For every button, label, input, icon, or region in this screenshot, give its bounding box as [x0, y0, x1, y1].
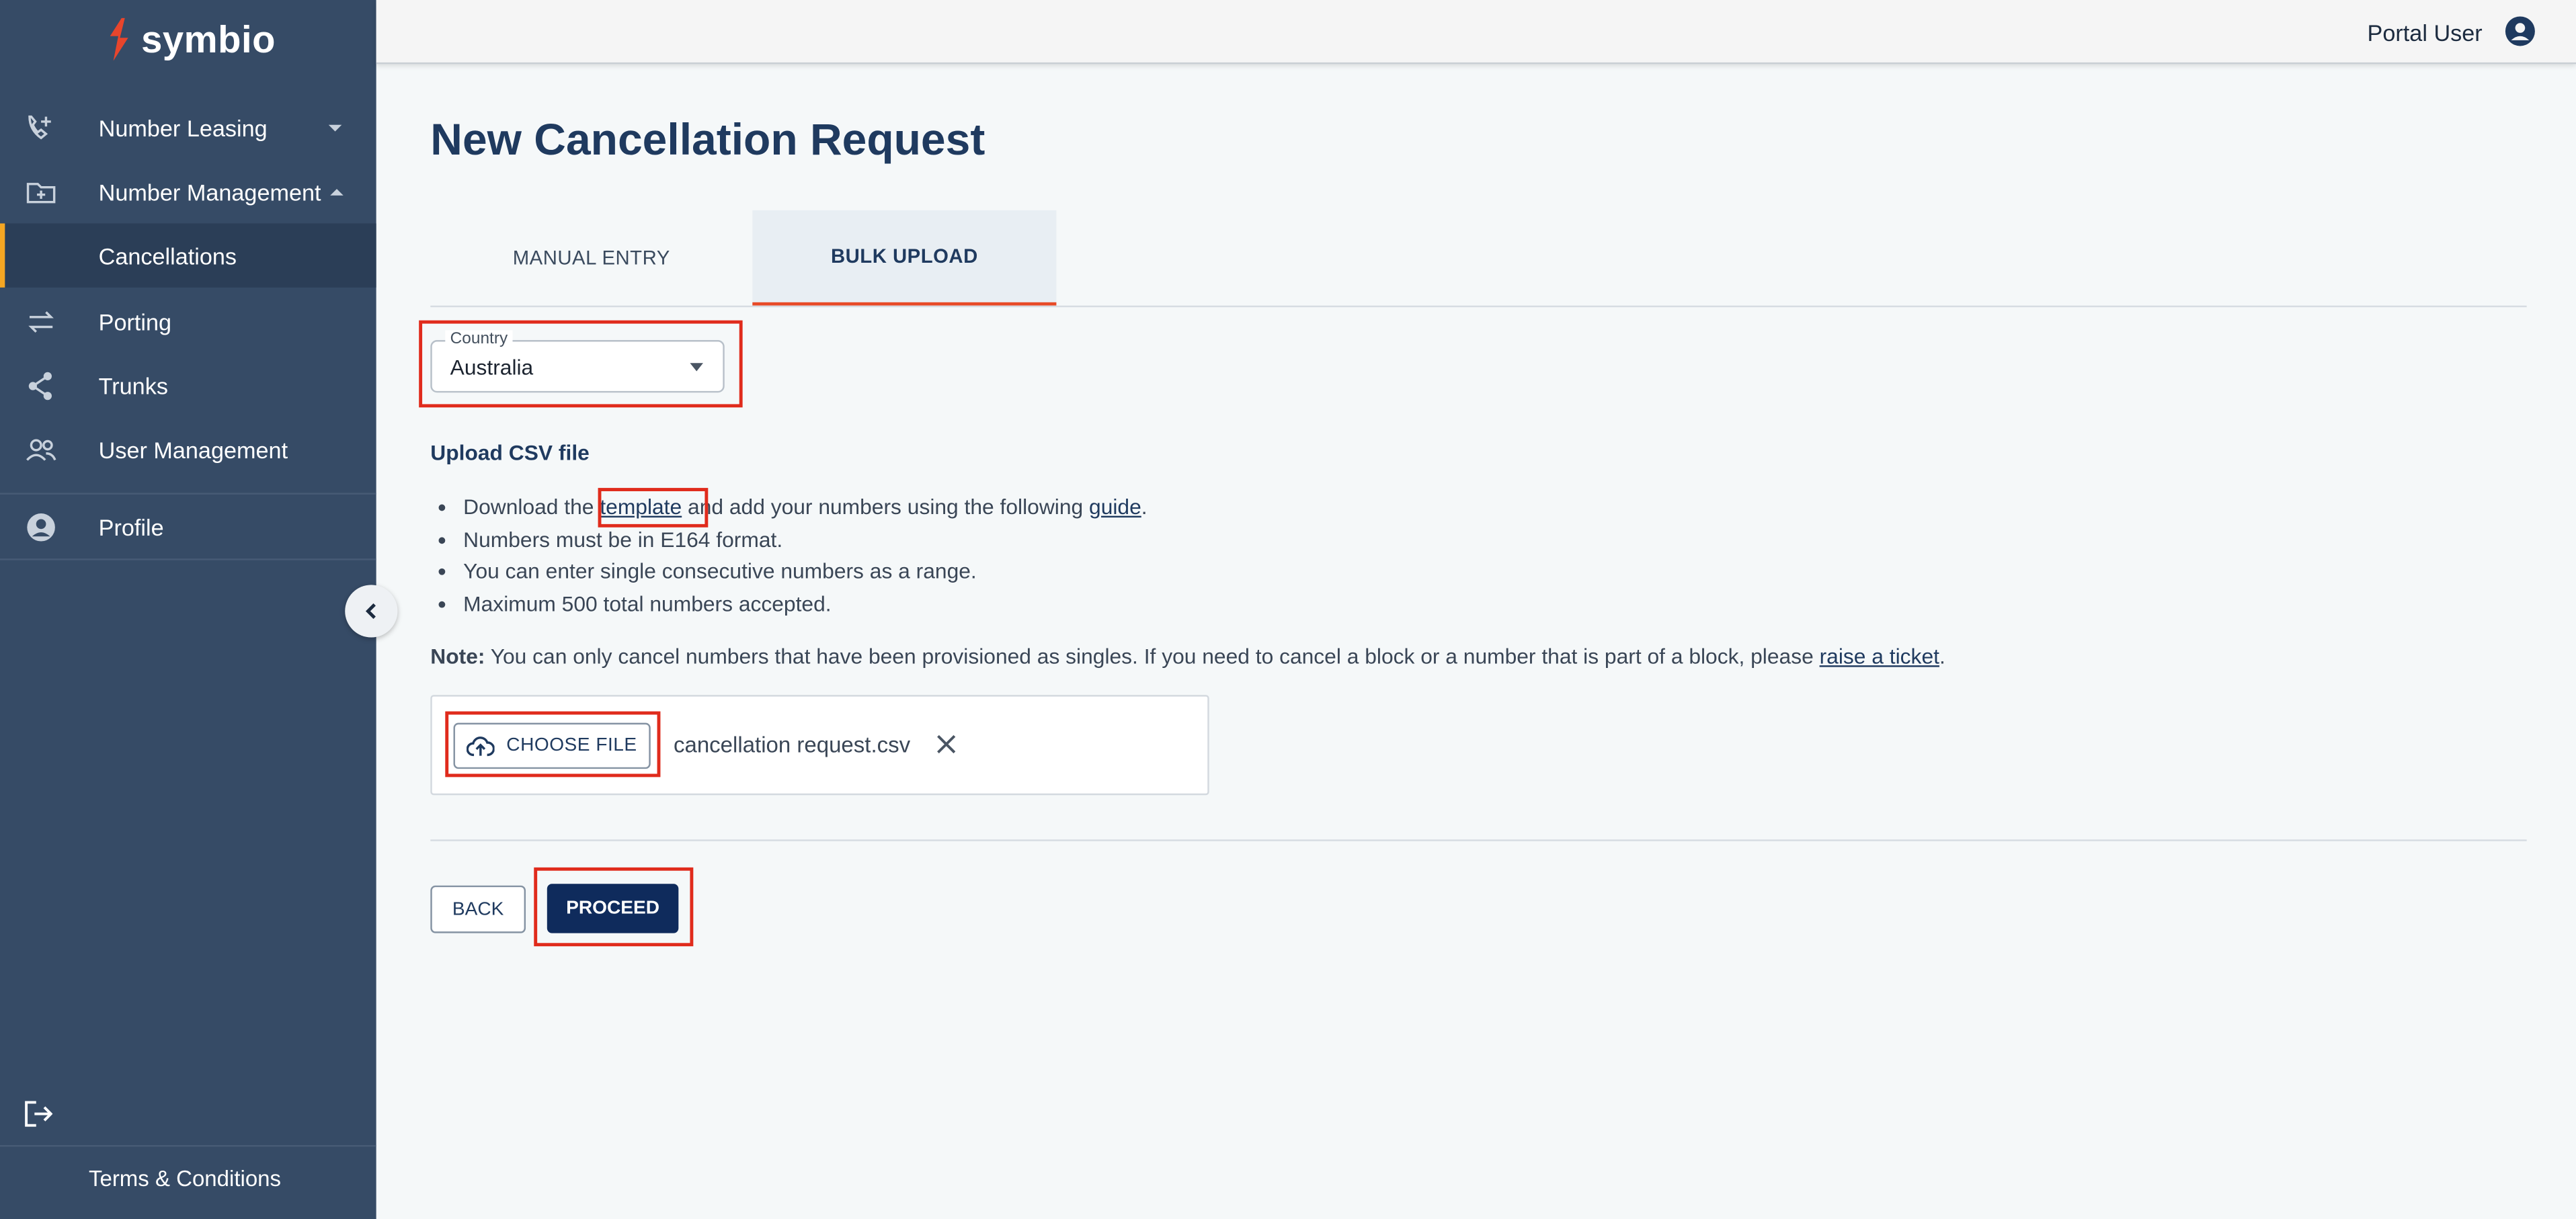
instruction-text: and add your numbers using the following — [682, 494, 1090, 519]
list-item: Numbers must be in E164 format. — [463, 523, 1147, 556]
page-title: New Cancellation Request — [430, 115, 985, 165]
brand-logo[interactable]: symbio — [102, 16, 276, 62]
users-icon — [26, 439, 56, 461]
sidebar-item-number-leasing[interactable]: Number Leasing — [0, 95, 376, 159]
sidebar-item-label: Number Leasing — [98, 114, 268, 141]
sidebar-item-cancellations[interactable]: Cancellations — [0, 223, 376, 288]
sidebar-divider — [0, 558, 376, 560]
account-circle-icon[interactable] — [2503, 15, 2536, 48]
raise-ticket-link[interactable]: raise a ticket — [1820, 644, 1939, 669]
tabs-underline — [430, 305, 2527, 308]
phone-add-icon — [28, 115, 51, 140]
sidebar-item-number-management[interactable]: Number Management — [0, 159, 376, 223]
collapse-sidebar-button[interactable] — [345, 585, 398, 638]
sidebar-item-label: Porting — [98, 308, 172, 335]
tab-bulk-upload[interactable]: BULK UPLOAD — [752, 210, 1057, 306]
swap-arrows-icon — [28, 311, 54, 333]
upload-heading: Upload CSV file — [430, 440, 590, 465]
note-label: Note: — [430, 644, 485, 669]
dropdown-arrow-icon — [690, 363, 703, 372]
instruction-text: Download the — [463, 494, 600, 519]
folder-add-icon — [26, 183, 56, 204]
instruction-text: . — [1141, 494, 1148, 519]
country-value: Australia — [450, 355, 534, 380]
sidebar-item-label: Number Management — [98, 178, 321, 205]
sidebar-item-label: Cancellations — [98, 242, 237, 269]
terms-link[interactable]: Terms & Conditions — [89, 1167, 281, 1191]
chevron-left-icon — [365, 603, 376, 619]
note-body: You can only cancel numbers that have be… — [485, 644, 1820, 669]
caret-up-icon[interactable] — [329, 184, 345, 200]
sidebar-divider — [0, 1144, 376, 1147]
choose-file-button[interactable]: CHOOSE FILE — [453, 722, 651, 769]
choose-file-label: CHOOSE FILE — [506, 736, 637, 756]
sidebar-item-label: Profile — [98, 513, 164, 540]
upload-instructions: Download the template and add your numbe… — [430, 491, 1147, 620]
template-link[interactable]: template — [600, 495, 682, 519]
user-name[interactable]: Portal User — [2368, 19, 2483, 46]
top-bar: Portal User — [376, 0, 2576, 65]
sidebar-item-label: Trunks — [98, 372, 168, 398]
sidebar-item-user-management[interactable]: User Management — [0, 417, 376, 481]
list-item: You can enter single consecutive numbers… — [463, 555, 1147, 587]
cloud-upload-icon — [467, 735, 495, 755]
close-icon[interactable] — [935, 732, 958, 755]
symbio-logo-icon — [110, 17, 128, 61]
list-item: Download the template and add your numbe… — [463, 491, 1147, 523]
share-icon — [28, 372, 52, 401]
caret-down-icon[interactable] — [327, 120, 343, 136]
sidebar-item-profile[interactable]: Profile — [0, 495, 376, 558]
list-item: Maximum 500 total numbers accepted. — [463, 587, 1147, 620]
sidebar: symbio Number Leasing Number Management … — [0, 0, 376, 1219]
note-suffix: . — [1939, 644, 1945, 669]
back-button[interactable]: BACK — [430, 885, 526, 933]
country-select[interactable]: Country Australia — [430, 330, 725, 393]
note-text: Note: You can only cancel numbers that h… — [430, 644, 1945, 669]
tab-manual-entry[interactable]: MANUAL ENTRY — [430, 210, 752, 306]
sidebar-item-porting[interactable]: Porting — [0, 289, 376, 353]
selected-filename: cancellation request.csv — [673, 732, 911, 758]
section-divider — [430, 839, 2527, 841]
logout-icon[interactable] — [23, 1099, 53, 1129]
guide-link[interactable]: guide — [1089, 495, 1141, 519]
account-circle-icon — [27, 513, 55, 542]
sidebar-item-trunks[interactable]: Trunks — [0, 353, 376, 417]
country-label: Country — [445, 330, 513, 350]
sidebar-item-label: User Management — [98, 436, 288, 463]
proceed-button[interactable]: PROCEED — [547, 884, 679, 933]
brand-name: symbio — [141, 17, 276, 60]
